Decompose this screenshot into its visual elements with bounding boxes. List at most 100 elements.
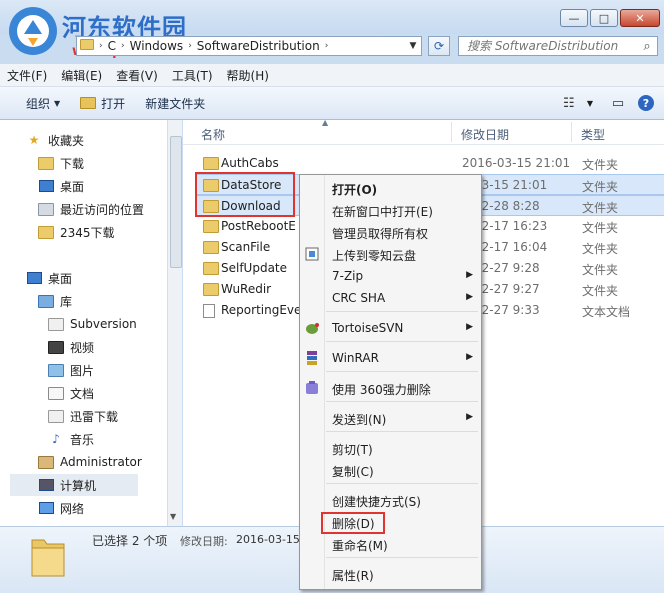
breadcrumb-c[interactable]: C (105, 39, 119, 53)
column-type[interactable]: 类型 (581, 126, 605, 143)
folder-open-icon (80, 97, 97, 109)
menu-tools[interactable]: 工具(T) (165, 67, 220, 84)
menu-view[interactable]: 查看(V) (109, 67, 165, 84)
submenu-arrow-icon: ▶ (466, 270, 473, 280)
minimize-button[interactable]: — (560, 9, 588, 27)
close-icon: ✕ (635, 11, 645, 25)
ctx-360-force-delete[interactable]: 使用 360强力删除 (300, 377, 481, 399)
search-input[interactable] (459, 38, 637, 54)
menu-edit[interactable]: 编辑(E) (54, 67, 109, 84)
computer-icon (38, 478, 54, 492)
scroll-down-icon[interactable]: ▼ (170, 512, 176, 521)
menu-file[interactable]: 文件(F) (0, 67, 54, 84)
organize-button[interactable]: 组织 ▼ (0, 95, 70, 112)
ctx-open-new-window[interactable]: 在新窗口中打开(E) (300, 199, 481, 221)
breadcrumb-windows[interactable]: Windows (127, 39, 187, 53)
nav-computer[interactable]: 计算机 (10, 474, 138, 496)
360-shield-icon (304, 380, 320, 396)
new-folder-button[interactable]: 新建文件夹 (135, 95, 215, 112)
ctx-crc-sha[interactable]: CRC SHA ▶ (300, 287, 481, 309)
folder-icon (203, 220, 219, 236)
organize-label: 组织 (26, 96, 51, 111)
view-options-icon[interactable]: ☷ (558, 96, 580, 111)
library-icon (38, 294, 54, 308)
new-folder-label: 新建文件夹 (145, 96, 206, 111)
close-button[interactable]: ✕ (620, 9, 660, 27)
menu-bar: 文件(F) 编辑(E) 查看(V) 工具(T) 帮助(H) (0, 64, 664, 87)
nav-scrollbar-thumb[interactable] (170, 136, 182, 268)
music-icon: ♪ (52, 432, 60, 446)
column-header: 名称 修改日期 类型 (183, 120, 664, 145)
nav-favorites[interactable]: ★ 收藏夹 (26, 129, 191, 151)
selection-highlight-box (195, 172, 295, 217)
ctx-create-shortcut[interactable]: 创建快捷方式(S) (300, 489, 481, 511)
open-button[interactable]: 打开 (70, 95, 135, 112)
ctx-cut[interactable]: 剪切(T) (300, 437, 481, 459)
submenu-arrow-icon: ▶ (466, 412, 473, 422)
folder-large-icon (31, 539, 65, 577)
help-icon[interactable]: ? (638, 95, 654, 111)
refresh-icon: ⟳ (433, 39, 445, 53)
minimize-icon: — (568, 11, 580, 25)
desktop-icon (38, 179, 54, 193)
ctx-7zip[interactable]: 7-Zip ▶ (300, 265, 481, 287)
cloud-upload-icon (304, 246, 320, 262)
folder-icon (203, 157, 219, 173)
menu-help[interactable]: 帮助(H) (220, 67, 276, 84)
search-icon[interactable]: ⌕ (637, 39, 657, 54)
chevron-down-icon[interactable]: ▼ (405, 41, 421, 51)
selection-count: 已选择 2 个项 (92, 534, 168, 548)
caret-down-icon: ▼ (54, 98, 61, 108)
search-box[interactable]: ⌕ (458, 36, 658, 56)
ctx-rename[interactable]: 重命名(M) (300, 533, 481, 555)
address-bar[interactable]: › C › Windows › SoftwareDistribution › ▼ (76, 36, 422, 56)
column-name[interactable]: 名称 (201, 126, 225, 143)
folder-small-icon (77, 39, 97, 53)
refresh-button[interactable]: ⟳ (428, 36, 450, 56)
pictures-icon (48, 363, 64, 377)
ctx-take-ownership[interactable]: 管理员取得所有权 (300, 221, 481, 243)
chevron-right-icon[interactable]: › (323, 41, 331, 51)
desktop-icon (26, 271, 42, 285)
detail-date-label: 修改日期: (180, 535, 228, 548)
user-folder-icon (38, 455, 54, 469)
breadcrumb-softwaredistribution[interactable]: SoftwareDistribution (194, 39, 323, 53)
chevron-right-icon[interactable]: › (97, 41, 105, 51)
watermark-icon (9, 7, 57, 55)
folder-icon (48, 409, 64, 423)
ctx-copy[interactable]: 复制(C) (300, 459, 481, 481)
folder-icon (38, 225, 54, 239)
folder-download-icon (38, 156, 54, 170)
table-row[interactable]: AuthCabs 2016-03-15 21:01 文件夹 (195, 153, 664, 174)
maximize-icon: □ (598, 11, 610, 25)
ctx-tortoisesvn[interactable]: TortoiseSVN ▶ (300, 317, 481, 339)
submenu-arrow-icon: ▶ (466, 292, 473, 302)
submenu-arrow-icon: ▶ (466, 352, 473, 362)
tortoisesvn-icon (304, 320, 320, 336)
recent-places-icon (38, 202, 54, 216)
open-label: 打开 (101, 96, 126, 111)
text-document-icon (203, 304, 215, 321)
library-folder-icon (48, 317, 64, 331)
chevron-right-icon[interactable]: › (119, 41, 127, 51)
folder-icon (203, 241, 219, 257)
video-icon (48, 340, 64, 354)
winrar-icon (304, 350, 320, 366)
star-icon: ★ (28, 133, 40, 147)
submenu-arrow-icon: ▶ (466, 322, 473, 332)
ctx-send-to[interactable]: 发送到(N) ▶ (300, 407, 481, 429)
caret-down-icon[interactable]: ▼ (587, 99, 593, 108)
ctx-properties[interactable]: 属性(R) (300, 563, 481, 585)
preview-pane-icon[interactable]: ▭ (607, 96, 629, 111)
ctx-winrar[interactable]: WinRAR ▶ (300, 347, 481, 369)
detail-date-value: 2016-03-15 (236, 533, 300, 546)
ctx-open[interactable]: 打开(O) (300, 177, 481, 199)
chevron-right-icon[interactable]: › (186, 41, 194, 51)
maximize-button[interactable]: □ (590, 9, 618, 27)
column-date[interactable]: 修改日期 (461, 126, 509, 143)
delete-highlight-box (321, 512, 385, 534)
network-icon (38, 501, 54, 515)
folder-icon (203, 283, 219, 299)
ctx-upload-cloud[interactable]: 上传到零知云盘 (300, 243, 481, 265)
nav-desktop-root[interactable]: 桌面 (26, 267, 191, 289)
